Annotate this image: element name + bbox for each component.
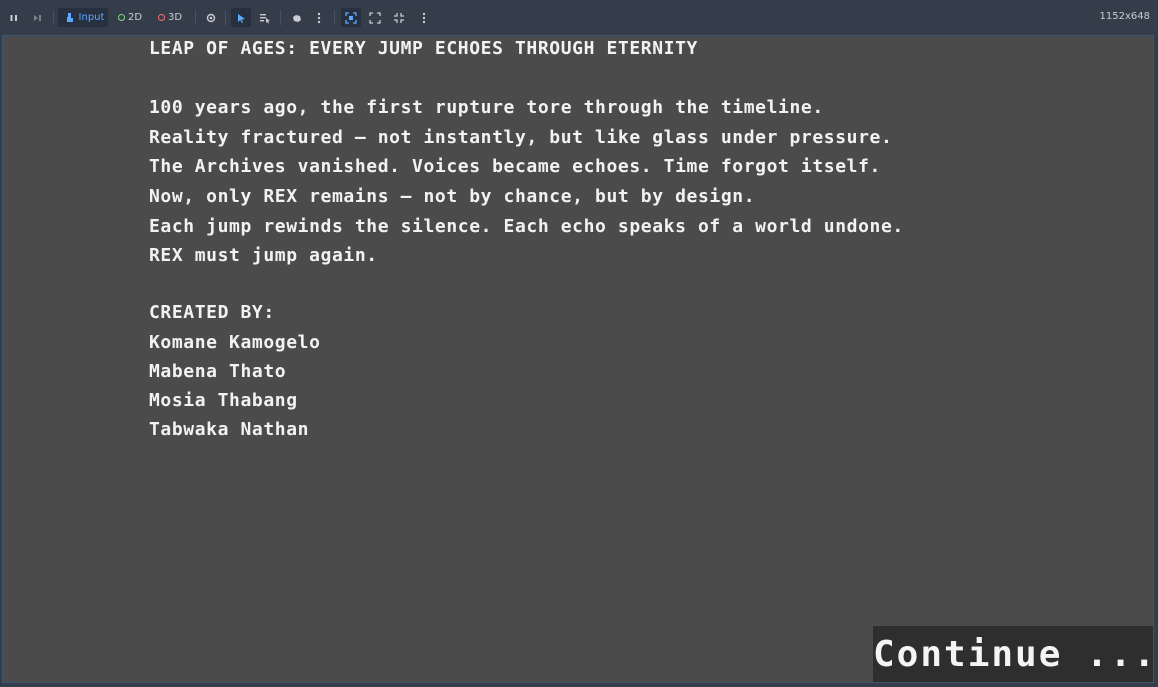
toolbar-divider [53,10,54,25]
step-button[interactable] [30,8,46,27]
visibility-button[interactable] [203,8,219,27]
focus-view-button[interactable] [341,8,361,27]
game-viewport[interactable]: LEAP OF AGES: EVERY JUMP ECHOES THROUGH … [2,35,1154,683]
camera-icon [293,14,301,22]
story-line: The Archives vanished. Voices became ech… [149,156,881,177]
step-icon [34,14,41,21]
pause-icon [10,14,17,21]
camera-override-button[interactable] [288,8,306,27]
select-icon [238,13,245,23]
2d-label: 2D [127,12,143,23]
3d-label: 3D [167,12,183,23]
toolbar-divider [225,10,226,25]
expand-view-button[interactable] [367,8,383,27]
story-line: Reality fractured — not instantly, but l… [149,127,893,148]
select-mode-button[interactable] [231,8,251,27]
story-line: Each jump rewinds the silence. Each echo… [149,216,904,237]
input-toggle-button[interactable]: Input [58,8,108,27]
story-line: REX must jump again. [149,245,378,266]
toolbar-divider [280,10,281,25]
list-select-icon [260,13,270,23]
more-options-button[interactable] [312,8,326,27]
credit-name: Tabwaka Nathan [149,419,310,440]
more-icon [317,12,321,23]
resolution-label: 1152x648 [1099,11,1150,22]
3d-toggle-button[interactable]: 3D [152,8,188,27]
collapse-icon [394,12,404,23]
2d-toggle-button[interactable]: 2D [112,8,148,27]
credit-name: Mosia Thabang [149,390,298,411]
credits-heading: CREATED BY: [149,302,275,323]
3d-ring-icon [157,14,165,21]
toolbar-divider [195,10,196,25]
input-label: Input [78,12,105,23]
toolbar-divider [334,10,335,25]
2d-ring-icon [117,14,125,21]
pause-button[interactable] [6,8,22,27]
expand-icon [369,11,381,24]
story-line: Now, only REX remains — not by chance, b… [149,186,756,207]
view-more-options-button[interactable] [417,8,431,27]
more-icon [422,12,426,23]
credit-name: Komane Kamogelo [149,332,321,353]
editor-toolbar: Input 2D 3D 1152x648 [0,0,1158,35]
collapse-view-button[interactable] [391,8,407,27]
continue-button[interactable]: Continue ... [873,626,1153,682]
credit-name: Mabena Thato [149,361,287,382]
input-icon [66,12,73,22]
list-select-button[interactable] [256,8,274,27]
focus-icon [345,11,357,24]
game-title: LEAP OF AGES: EVERY JUMP ECHOES THROUGH … [149,38,698,59]
eye-icon [206,13,216,22]
story-line: 100 years ago, the first rupture tore th… [149,97,824,118]
